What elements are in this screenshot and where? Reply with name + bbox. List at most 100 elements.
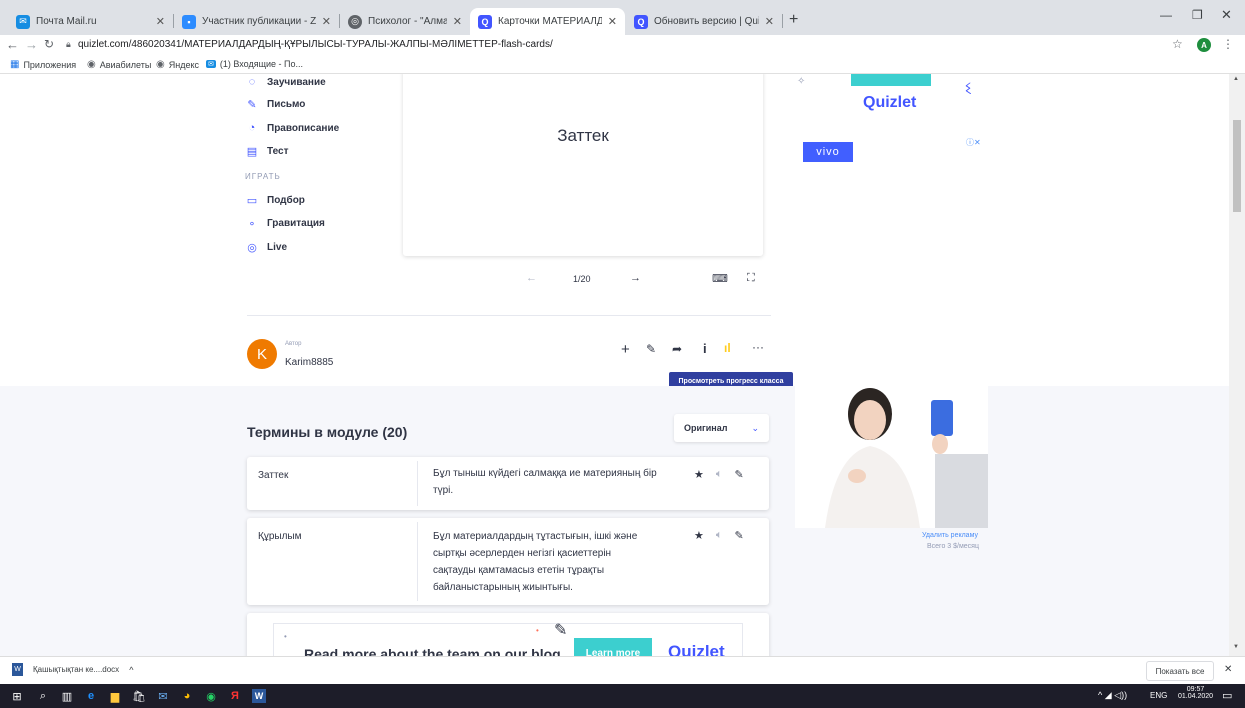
mail-icon: ✉ — [16, 14, 30, 29]
window-close-button[interactable]: ✕ — [1221, 7, 1232, 23]
mail-app-icon[interactable]: ✉ — [156, 689, 170, 703]
notification-icon[interactable]: ▭ — [1222, 689, 1232, 702]
show-all-button[interactable]: Показать все — [1146, 661, 1214, 681]
tab-zoom[interactable]: ▪ Участник публикации - Zoom ✕ — [174, 8, 339, 35]
next-card-button[interactable]: → — [630, 272, 641, 284]
clock[interactable]: 09:57 01.04.2020 — [1178, 686, 1213, 700]
close-icon[interactable]: ✕ — [156, 15, 165, 28]
forward-button[interactable]: → — [25, 37, 38, 52]
add-icon[interactable]: + — [621, 341, 630, 358]
author-name[interactable]: Karim8885 — [285, 357, 333, 368]
star-icon[interactable]: ★ — [694, 529, 704, 542]
flashcard[interactable]: Заттек — [403, 74, 763, 256]
yandex-browser-icon[interactable]: Я — [228, 689, 242, 703]
more-icon[interactable]: ··· — [752, 340, 764, 354]
scroll-down-icon[interactable]: ▼ — [1233, 644, 1239, 650]
tab-title: Карточки МАТЕРИАЛДАРДЫҢ — [498, 16, 602, 27]
tab-quizlet-upgrade[interactable]: Q Обновить версию | Quizlet ✕ — [626, 8, 782, 35]
file-explorer-icon[interactable]: ▆ — [108, 689, 122, 703]
terms-section-title: Термины в модуле (20) — [247, 424, 408, 440]
menu-live[interactable]: ◎ Live — [245, 241, 287, 254]
browser-toolbar: ← → ↻ 🔒︎ quizlet.com/486020341/МАТЕРИАЛД… — [0, 35, 1245, 56]
star-icon[interactable]: ☆ — [1172, 37, 1183, 51]
chevron-up-icon[interactable]: ^ — [129, 665, 133, 675]
live-icon: ◎ — [247, 242, 257, 254]
scrollbar-thumb[interactable] — [1233, 120, 1241, 212]
remove-ad-link[interactable]: Удалить рекламу — [922, 532, 978, 539]
test-icon: ▤ — [246, 146, 258, 158]
word-app-icon[interactable]: W — [252, 689, 266, 703]
edge-icon[interactable]: e — [84, 689, 98, 703]
menu-write[interactable]: ✎ Письмо — [245, 98, 305, 111]
close-icon[interactable]: ✕ — [608, 15, 617, 28]
menu-icon[interactable]: ⋮ — [1222, 37, 1234, 51]
tab-psychologist[interactable]: ◎ Психолог - "Алматы облыстық ✕ — [340, 8, 470, 35]
windows-start-icon[interactable]: ⊞ — [10, 689, 24, 703]
promo-card: • • ✎ Read more about the team on our bl… — [247, 613, 769, 656]
spell-icon: ◔ — [248, 122, 256, 134]
reload-button[interactable]: ↻ — [44, 37, 54, 51]
tab-flashcards[interactable]: Q Карточки МАТЕРИАЛДАРДЫҢ ✕ — [470, 8, 625, 35]
learn-icon: ◌ — [248, 76, 256, 88]
profile-avatar[interactable]: A — [1197, 38, 1211, 52]
flashcard-term: Заттек — [557, 126, 609, 145]
minimize-button[interactable]: — — [1160, 8, 1172, 22]
restore-button[interactable]: ❐ — [1192, 8, 1203, 22]
fullscreen-icon[interactable]: ⛶ — [747, 272, 755, 285]
close-icon[interactable]: ✕ — [765, 15, 774, 28]
menu-match[interactable]: ▭ Подбор — [245, 194, 305, 207]
address-bar[interactable]: quizlet.com/486020341/МАТЕРИАЛДАРДЫҢ-ҚҰР… — [78, 39, 553, 50]
menu-gravity[interactable]: ∘ Гравитация — [245, 217, 325, 230]
task-view-icon[interactable]: ▥ — [60, 689, 74, 703]
scroll-up-icon[interactable]: ▲ — [1233, 76, 1239, 82]
author-avatar[interactable]: K — [247, 339, 277, 369]
tray-icons[interactable]: ^ ◢ ◁)) — [1098, 690, 1127, 701]
speaker-icon[interactable]: 🔈︎ — [716, 529, 723, 542]
close-icon[interactable]: ✕ — [1224, 664, 1232, 675]
sort-select-value: Оригинал — [684, 423, 728, 433]
tab-title: Психолог - "Алматы облыстық — [368, 16, 447, 27]
tab-title: Участник публикации - Zoom — [202, 16, 316, 27]
language-indicator[interactable]: ENG — [1150, 691, 1167, 700]
edit-icon[interactable]: ✎ — [734, 468, 743, 481]
apps-icon: ▦ — [10, 59, 20, 70]
ad-info-close-icon[interactable]: ⓘ✕ — [966, 137, 981, 148]
bookmark-inbox[interactable]: ✉ (1) Входящие - По... — [206, 59, 303, 69]
chrome-icon[interactable]: ◕ — [180, 689, 194, 703]
share-icon[interactable]: ➦ — [672, 342, 682, 356]
ad-vivo[interactable]: vivo ⓘ✕ — [795, 134, 988, 528]
store-icon[interactable]: 🛍︎ — [132, 689, 146, 703]
learn-more-button[interactable]: Learn more — [574, 638, 652, 656]
sparkle-icon: • — [284, 632, 287, 641]
close-icon[interactable]: ✕ — [322, 15, 331, 28]
ad-top[interactable]: ✧ Quizlet ଽ — [795, 74, 988, 116]
card-progress: 1/20 — [573, 274, 591, 284]
promo-banner[interactable]: • • ✎ Read more about the team on our bl… — [273, 622, 743, 656]
menu-learn[interactable]: ◌ Заучивание — [245, 76, 326, 88]
quizlet-icon: Q — [478, 14, 492, 29]
menu-spell[interactable]: ◔ Правописание — [245, 122, 340, 134]
whatsapp-icon[interactable]: ◉ — [204, 689, 218, 703]
search-icon[interactable]: ⌕ — [36, 689, 50, 703]
scrollbar-track[interactable]: ▲ ▼ — [1229, 74, 1245, 656]
keyboard-icon[interactable]: ⌨ — [712, 272, 728, 285]
star-icon[interactable]: ★ — [694, 468, 704, 481]
close-icon[interactable]: ✕ — [453, 15, 462, 28]
info-icon[interactable]: i — [703, 341, 707, 356]
download-item[interactable]: W Қашықтықтан ке....docx ^ — [12, 663, 133, 676]
bookmark-aviabilety[interactable]: ◉ Авиабилеты — [87, 59, 151, 70]
prev-card-button[interactable]: ← — [526, 272, 537, 284]
new-tab-button[interactable]: + — [789, 11, 798, 29]
progress-chart-icon[interactable]: ıl — [724, 341, 731, 355]
speaker-icon[interactable]: 🔈︎ — [716, 468, 723, 481]
tab-mail[interactable]: ✉ Почта Mail.ru ✕ — [8, 8, 173, 35]
edit-icon[interactable]: ✎ — [646, 342, 656, 356]
sort-select[interactable]: Оригинал ⌄ — [674, 414, 769, 442]
bookmark-apps[interactable]: ▦ Приложения — [10, 59, 76, 70]
bookmark-yandex[interactable]: ◉ Яндекс — [156, 59, 199, 70]
edit-icon[interactable]: ✎ — [734, 529, 743, 542]
menu-test[interactable]: ▤ Тест — [245, 145, 289, 158]
back-button[interactable]: ← — [6, 37, 19, 52]
ad-price: Всего 3 $/месяц — [927, 543, 979, 550]
ad-button-strip — [851, 74, 931, 86]
